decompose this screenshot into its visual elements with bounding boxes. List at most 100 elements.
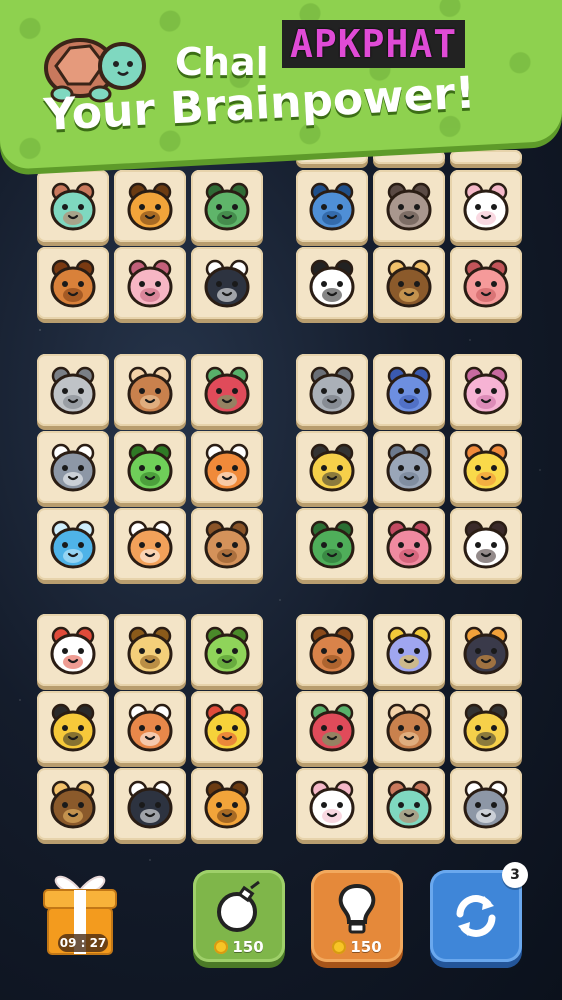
tile-squirrel[interactable] [296, 614, 368, 686]
hint-cost-value: 150 [350, 938, 382, 956]
board-bottom-right [296, 614, 522, 840]
frog-icon [127, 443, 173, 492]
raccoon-icon [386, 182, 432, 231]
owl-icon [50, 780, 96, 829]
coin-icon [332, 940, 347, 954]
tile-shiba[interactable] [114, 691, 186, 763]
tile-owl[interactable] [37, 768, 109, 840]
board-top-right [296, 170, 522, 319]
tile-crab[interactable] [373, 508, 445, 580]
toucan-icon [463, 626, 509, 675]
tile-caterpillar[interactable] [191, 614, 263, 686]
tile-rabbit[interactable] [450, 170, 522, 242]
tile-penguin[interactable] [191, 247, 263, 319]
tile-parrot[interactable] [296, 691, 368, 763]
board-mid-right [296, 354, 522, 580]
hint-powerup-button[interactable]: 150 [311, 870, 403, 962]
penguin-icon [127, 780, 173, 829]
tile-cat[interactable] [114, 508, 186, 580]
tile-blue-cat[interactable] [373, 354, 445, 426]
board-top-left [37, 170, 263, 319]
tile-leopard[interactable] [114, 614, 186, 686]
koala-icon [309, 366, 355, 415]
shuffle-button[interactable]: 3 [430, 862, 528, 962]
tile-deer[interactable] [191, 508, 263, 580]
mouse-icon [50, 366, 96, 415]
coin-icon [214, 940, 229, 954]
owl-icon [386, 259, 432, 308]
tile-cow[interactable] [450, 508, 522, 580]
tile-frog[interactable] [114, 431, 186, 503]
cow-icon [463, 520, 509, 569]
tile-pig[interactable] [114, 247, 186, 319]
headline-line-1: Chal [175, 40, 269, 84]
tile-monkey[interactable] [373, 691, 445, 763]
angelfish-icon [463, 703, 509, 752]
tile-partial [450, 150, 522, 164]
rabbit-icon [309, 780, 355, 829]
bomb-powerup-button[interactable]: 150 [193, 870, 285, 962]
chicken-icon [50, 626, 96, 675]
tile-angelfish[interactable] [296, 431, 368, 503]
angelfish-icon [309, 443, 355, 492]
bomb-cost: 150 [193, 938, 285, 956]
cat-icon [127, 520, 173, 569]
tile-plant[interactable] [191, 170, 263, 242]
butterfly-icon [386, 626, 432, 675]
tile-parrot[interactable] [191, 354, 263, 426]
shuffle-icon [456, 895, 496, 937]
tiger-icon [204, 780, 250, 829]
tile-octopus[interactable] [450, 247, 522, 319]
tile-crocodile[interactable] [296, 508, 368, 580]
tile-chicken[interactable] [37, 614, 109, 686]
gift-timer: 09 : 27 [58, 934, 108, 952]
tile-wolf[interactable] [450, 768, 522, 840]
tile-elephant[interactable] [373, 431, 445, 503]
tile-bee[interactable] [37, 691, 109, 763]
tile-tiger[interactable] [191, 768, 263, 840]
tile-butterfly[interactable] [373, 614, 445, 686]
board-bottom-left [37, 614, 263, 840]
jellyfish-icon [463, 366, 509, 415]
tile-angelfish[interactable] [450, 691, 522, 763]
shiba-icon [127, 703, 173, 752]
tile-mouse[interactable] [37, 354, 109, 426]
tile-partial [373, 150, 445, 164]
tile-panda[interactable] [296, 247, 368, 319]
tile-jellyfish[interactable] [450, 354, 522, 426]
lightbulb-icon [338, 883, 376, 934]
fish-icon [309, 182, 355, 231]
squirrel-icon [309, 626, 355, 675]
octopus-icon [463, 259, 509, 308]
pig-icon [127, 259, 173, 308]
tile-rabbit[interactable] [296, 768, 368, 840]
tile-monkey[interactable] [114, 354, 186, 426]
tile-turtle[interactable] [373, 768, 445, 840]
tile-wolf[interactable] [37, 431, 109, 503]
tile-dolphin[interactable] [37, 508, 109, 580]
tile-raccoon[interactable] [373, 170, 445, 242]
tile-turtle[interactable] [37, 170, 109, 242]
parrot-icon [309, 703, 355, 752]
tile-koala[interactable] [296, 354, 368, 426]
tile-owl[interactable] [373, 247, 445, 319]
tile-toucan[interactable] [450, 614, 522, 686]
crab-icon [386, 520, 432, 569]
tile-tiger[interactable] [114, 170, 186, 242]
caterpillar-icon [204, 626, 250, 675]
tile-duck[interactable] [450, 431, 522, 503]
fox-icon [204, 443, 250, 492]
tile-hedgehog[interactable] [37, 247, 109, 319]
tile-fox[interactable] [191, 431, 263, 503]
bomb-cost-value: 150 [232, 938, 264, 956]
bee-icon [50, 703, 96, 752]
elephant-icon [386, 443, 432, 492]
hedgehog-icon [50, 259, 96, 308]
tile-fish[interactable] [296, 170, 368, 242]
tile-yellow-fish[interactable] [191, 691, 263, 763]
tile-penguin[interactable] [114, 768, 186, 840]
deer-icon [204, 520, 250, 569]
watermark-logo: APKPHAT [282, 20, 466, 68]
plant-icon [204, 182, 250, 231]
crocodile-icon [309, 520, 355, 569]
